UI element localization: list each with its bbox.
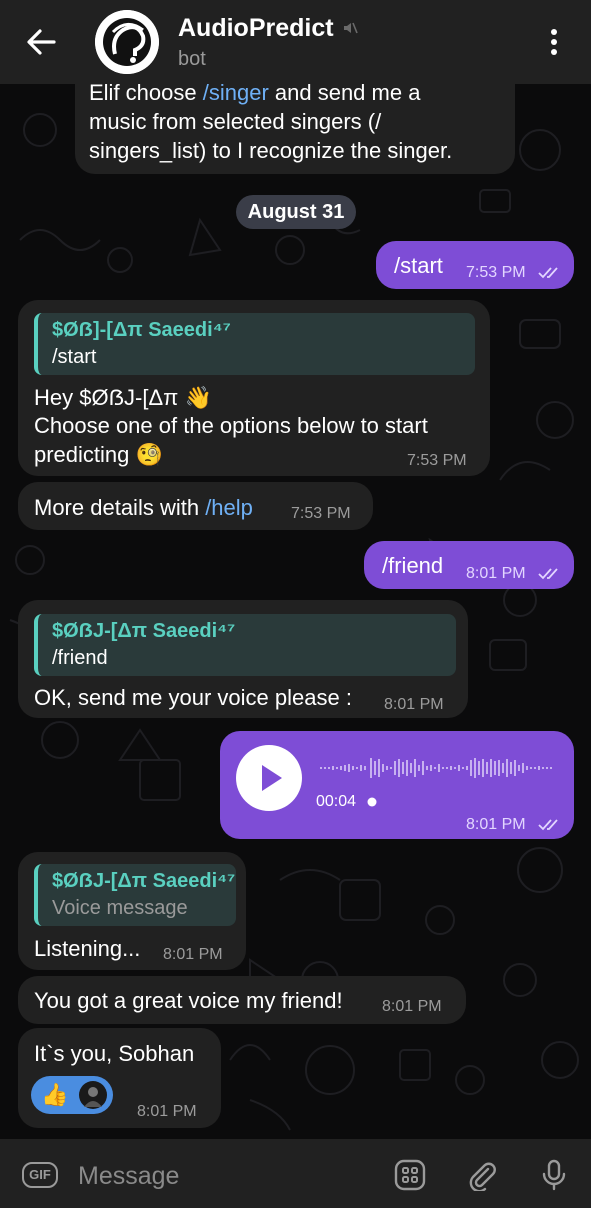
attach-icon[interactable]	[466, 1159, 498, 1191]
bot-keyboard-icon[interactable]	[394, 1159, 426, 1191]
reply-preview[interactable]: $Øẞ]-[Δπ Saeedi⁴⁷ /start	[34, 313, 475, 375]
date-label: August 31	[247, 201, 345, 223]
voice-waveform[interactable]	[320, 755, 556, 781]
reply-text: /friend	[52, 647, 108, 669]
message-text: OK, send me your voice please :	[34, 685, 352, 710]
message-time: 8:01 PM	[137, 1103, 197, 1120]
chat-header: AudioPredict bot	[0, 0, 591, 84]
gif-button[interactable]: GIF	[22, 1162, 58, 1188]
message-time: 8:01 PM	[163, 946, 223, 963]
reply-sender: $Øẞ]-[Δπ Saeedi⁴⁷	[52, 319, 231, 341]
message-input[interactable]	[76, 1157, 380, 1195]
message-composer: GIF	[0, 1139, 591, 1208]
bot-message-greeting[interactable]: $Øẞ]-[Δπ Saeedi⁴⁷ /start Hey $ØẞJ-[Δπ 👋 …	[18, 300, 490, 476]
message-text: Hey $ØẞJ-[Δπ 👋	[34, 385, 212, 410]
message-time: 8:01 PM	[384, 696, 444, 713]
reply-preview[interactable]: $ØẞJ-[Δπ Saeedi⁴⁷ /friend	[34, 614, 456, 676]
message-text: Choose one of the options below to start	[34, 413, 428, 438]
play-button-icon[interactable]	[236, 745, 302, 811]
reply-sender: $ØẞJ-[Δπ Saeedi⁴⁷	[52, 870, 236, 892]
voice-message[interactable]: 00:04 8:01 PM	[220, 731, 574, 839]
message-time: 7:53 PM	[466, 264, 526, 281]
reactor-avatar	[79, 1081, 107, 1109]
back-arrow-icon[interactable]	[26, 28, 56, 56]
thumbs-up-icon: 👍	[41, 1082, 69, 1107]
message-text: You got a great voice my friend!	[34, 988, 343, 1013]
message-text: predicting 🧐	[34, 442, 163, 467]
user-message-friend[interactable]: /friend 8:01 PM	[364, 541, 574, 589]
reply-preview[interactable]: $ØẞJ-[Δπ Saeedi⁴⁷ Voice message	[34, 864, 236, 926]
message-text: More details with /help	[34, 495, 253, 520]
bot-message-help[interactable]: More details with /help 7:53 PM	[18, 482, 373, 530]
user-message-start[interactable]: /start 7:53 PM	[376, 241, 574, 289]
date-separator: August 31	[236, 195, 356, 229]
read-ticks-icon	[538, 267, 558, 279]
bot-message-listening[interactable]: $ØẞJ-[Δπ Saeedi⁴⁷ Voice message Listenin…	[18, 852, 246, 970]
reply-sender: $ØẞJ-[Δπ Saeedi⁴⁷	[52, 620, 236, 642]
message-time: 8:01 PM	[466, 565, 526, 582]
help-command-link[interactable]: /help	[205, 495, 253, 520]
bot-message-result[interactable]: It`s you, Sobhan 👍 8:01 PM	[18, 1028, 221, 1128]
message-time: 7:53 PM	[291, 505, 351, 522]
voice-duration: 00:04	[316, 793, 357, 810]
read-ticks-icon	[538, 568, 558, 580]
bot-message-send-voice[interactable]: $ØẞJ-[Δπ Saeedi⁴⁷ /friend OK, send me yo…	[18, 600, 468, 718]
chat-title[interactable]: AudioPredict	[178, 14, 334, 43]
bot-avatar[interactable]	[95, 10, 159, 74]
message-text: Listening...	[34, 936, 141, 961]
message-text: singers_list) to I recognize the singer.	[89, 138, 453, 163]
bot-message-compliment[interactable]: You got a great voice my friend! 8:01 PM	[18, 976, 466, 1024]
reaction-chip[interactable]: 👍	[31, 1076, 113, 1114]
chat-subtitle: bot	[178, 48, 206, 70]
message-time: 8:01 PM	[382, 998, 442, 1015]
message-text: music from selected singers (/	[89, 109, 382, 134]
more-options-icon[interactable]	[546, 28, 562, 56]
reply-text: /start	[52, 346, 97, 368]
reply-text: Voice message	[52, 897, 188, 919]
message-text: /friend	[382, 553, 444, 578]
muted-icon	[344, 22, 358, 34]
read-ticks-icon	[538, 819, 558, 831]
microphone-icon[interactable]	[538, 1159, 570, 1191]
message-text: /start	[394, 253, 443, 278]
message-text: It`s you, Sobhan	[34, 1041, 195, 1066]
message-time: 8:01 PM	[466, 816, 526, 833]
message-time: 7:53 PM	[407, 452, 467, 469]
unplayed-dot-icon	[367, 797, 377, 807]
